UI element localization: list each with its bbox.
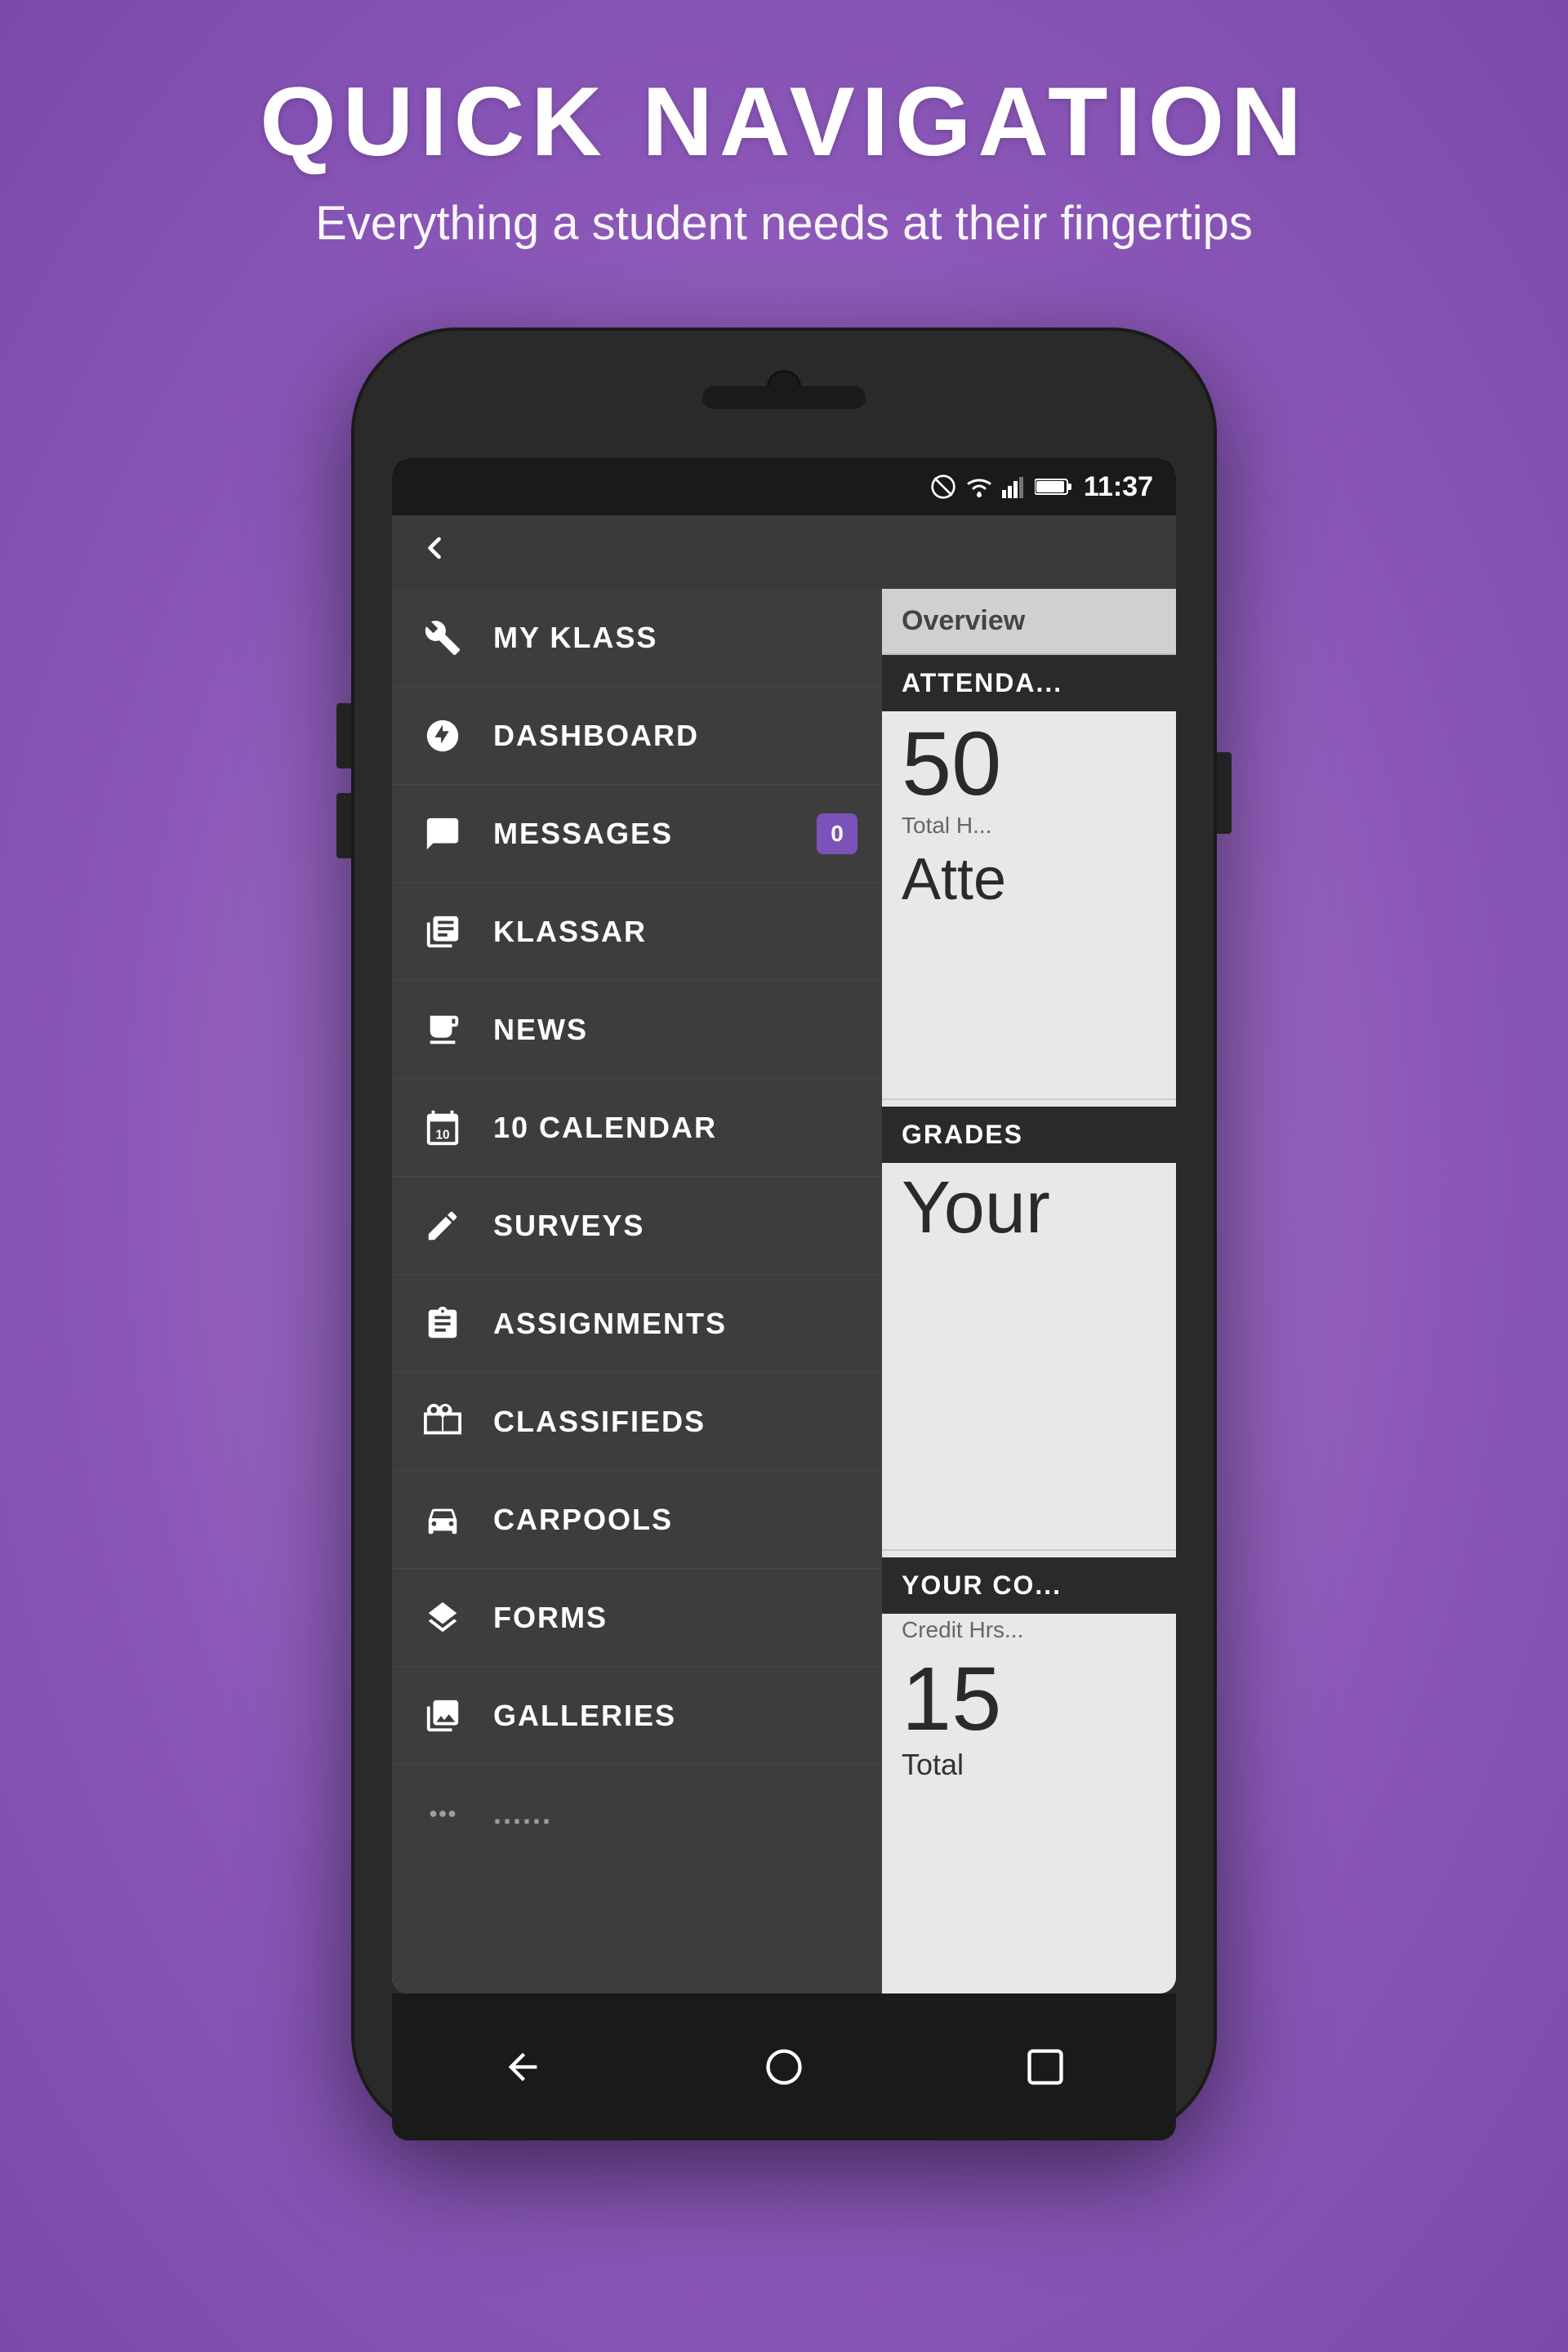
nav-recent-button[interactable] [1013, 2034, 1078, 2100]
layers-icon [421, 1597, 464, 1639]
nav-drawer: MY KLASS DASHBOARD [392, 589, 882, 1993]
nav-label-classifieds: CLASSIFIEDS [493, 1405, 706, 1439]
wifi-icon [964, 475, 994, 498]
no-sim-icon [930, 474, 956, 500]
status-bar: 11:37 [392, 458, 1176, 515]
svg-text:10: 10 [435, 1128, 449, 1142]
classifieds-icon [421, 1401, 464, 1443]
nav-item-dashboard[interactable]: DASHBOARD [392, 687, 882, 785]
main-subtitle: Everything a student needs at their fing… [260, 193, 1308, 254]
news-icon [421, 1009, 464, 1051]
nav-label-my-klass: MY KLASS [493, 621, 657, 655]
main-title: QUICK NAVIGATION [260, 65, 1308, 178]
assignment-icon [421, 1303, 464, 1345]
status-time: 11:37 [1084, 471, 1153, 503]
back-button[interactable] [416, 528, 452, 576]
page-header: QUICK NAVIGATION Everything a student ne… [260, 65, 1308, 254]
grades-header: GRADES [882, 1107, 1176, 1163]
nav-item-calendar[interactable]: 10 10 CALENDAR [392, 1079, 882, 1177]
nav-label-surveys: SURVEYS [493, 1209, 644, 1243]
attendance-header: ATTENDA... [882, 655, 1176, 711]
nav-item-my-klass[interactable]: MY KLASS [392, 589, 882, 687]
attendance-label: Total H... [882, 809, 1176, 842]
grades-value: Your [882, 1163, 1176, 1253]
bottom-nav [392, 1993, 1176, 2140]
nav-item-messages[interactable]: MESSAGES 0 [392, 785, 882, 883]
volume-down-button[interactable] [336, 793, 351, 858]
nav-label-calendar: 10 CALENDAR [493, 1111, 717, 1145]
overview-tab[interactable]: Overview [882, 589, 1176, 655]
gallery-icon [421, 1695, 464, 1737]
nav-item-assignments[interactable]: ASSIGNMENTS [392, 1275, 882, 1373]
overview-panel: Overview ATTENDA... 50 Total H... Atte G… [882, 589, 1176, 1993]
signal-icon [1002, 475, 1027, 498]
app-bar [392, 515, 1176, 589]
power-button[interactable] [1217, 752, 1232, 834]
attendance-value: 50 [882, 711, 1176, 809]
chat-icon [421, 813, 464, 855]
wrench-icon [421, 617, 464, 659]
messages-badge: 0 [817, 813, 858, 854]
nav-item-klassar[interactable]: KlassAR [392, 883, 882, 981]
courses-sub: Total [882, 1744, 1176, 1785]
nav-label-assignments: ASSIGNMENTS [493, 1307, 727, 1341]
nav-item-galleries[interactable]: GALLERIES [392, 1667, 882, 1765]
screen-content: MY KLASS DASHBOARD [392, 589, 1176, 1993]
nav-label-carpools: CARPOOLS [493, 1503, 673, 1537]
nav-item-more[interactable]: ...... [392, 1765, 882, 1863]
phone-screen: 11:37 MY KLASS [392, 458, 1176, 1993]
courses-section: YOUR CO... Credit Hrs... 15 Total [882, 1557, 1176, 1993]
nav-label-dashboard: DASHBOARD [493, 719, 699, 753]
more-icon [421, 1793, 464, 1835]
nav-item-news[interactable]: NEWS [392, 981, 882, 1079]
nav-label-forms: FORMS [493, 1601, 608, 1635]
nav-item-forms[interactable]: FORMS [392, 1569, 882, 1667]
courses-label: Credit Hrs... [882, 1614, 1176, 1646]
nav-label-messages: MESSAGES [493, 817, 673, 851]
car-icon [421, 1499, 464, 1541]
nav-back-button[interactable] [490, 2034, 555, 2100]
nav-label-news: NEWS [493, 1013, 588, 1047]
phone-speaker [702, 386, 866, 409]
nav-item-classifieds[interactable]: CLASSIFIEDS [392, 1373, 882, 1471]
attendance-sub: Atte [882, 842, 1176, 917]
battery-icon [1035, 476, 1072, 497]
courses-value: 15 [882, 1646, 1176, 1744]
nav-label-galleries: GALLERIES [493, 1699, 676, 1733]
volume-up-button[interactable] [336, 703, 351, 768]
nav-item-carpools[interactable]: CARPOOLS [392, 1471, 882, 1569]
pencil-icon [421, 1205, 464, 1247]
nav-item-surveys[interactable]: SURVEYS [392, 1177, 882, 1275]
courses-header: YOUR CO... [882, 1557, 1176, 1614]
grades-section: GRADES Your [882, 1107, 1176, 1543]
status-icons [930, 474, 1072, 500]
nav-label-klassar: KlassAR [493, 915, 647, 949]
gauge-icon [421, 715, 464, 757]
scan-icon [421, 911, 464, 953]
nav-home-button[interactable] [751, 2034, 817, 2100]
nav-label-more: ...... [493, 1797, 552, 1831]
calendar-icon: 10 [421, 1107, 464, 1149]
attendance-section: ATTENDA... 50 Total H... Atte [882, 655, 1176, 1091]
phone-shell: 11:37 MY KLASS [351, 327, 1217, 2140]
